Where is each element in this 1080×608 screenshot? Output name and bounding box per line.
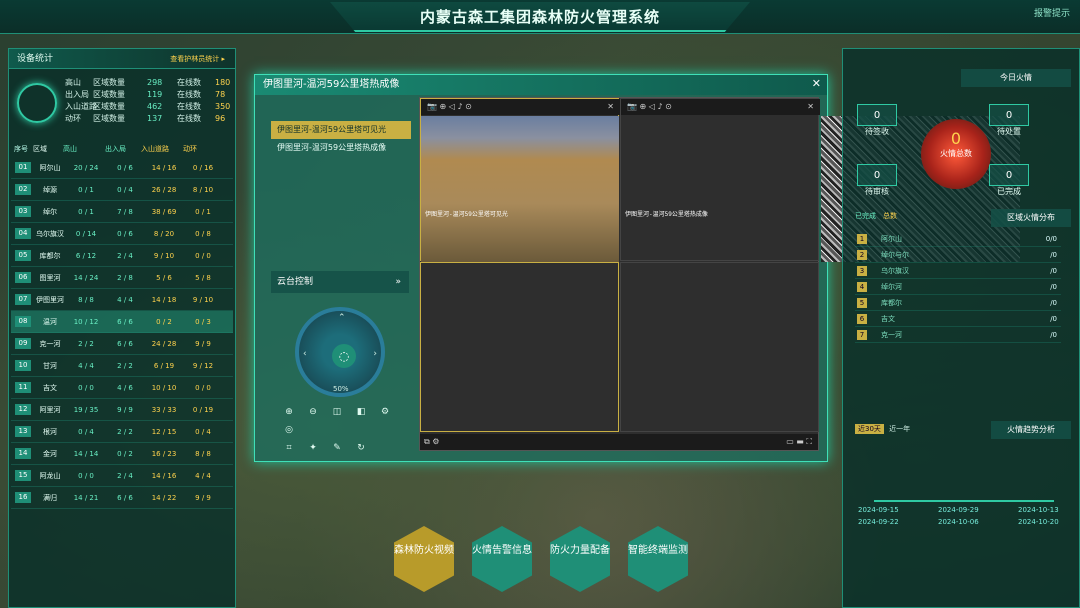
video-cell-empty[interactable]: [420, 262, 619, 432]
nav-terminal-monitor[interactable]: 智能终端监测: [628, 526, 688, 592]
table-row[interactable]: 14 金河 14 / 14 0 / 2 16 / 23 8 / 8: [11, 443, 233, 465]
device-stats-title: 设备统计: [17, 54, 54, 64]
list-item[interactable]: 5 库都尔/0: [855, 295, 1061, 311]
list-item[interactable]: 7 克一河/0: [855, 327, 1061, 343]
counter: 0 待处置: [989, 103, 1039, 137]
top-bar: 内蒙古森工集团森林防火管理系统 报警提示: [0, 0, 1080, 34]
trend-tabs: 近30天 近一年: [855, 424, 913, 434]
video-toolbar: 📷 ⊕ ◁ ♪ ⊙ ✕: [421, 99, 620, 115]
focus-icon[interactable]: ◫: [328, 404, 346, 420]
alarm-link[interactable]: 报警提示: [1034, 6, 1070, 19]
nav-force-config[interactable]: 防火力量配备: [550, 526, 610, 592]
chevron-down-icon: »: [395, 277, 401, 287]
list-item[interactable]: 1 阿尔山 0/0: [855, 231, 1061, 247]
camera-tree: 伊图里河-温河59公里塔可见光 伊图里河-温河59公里塔热成像: [271, 121, 411, 157]
list-item[interactable]: 3 乌尔旗汉/0: [855, 263, 1061, 279]
wiper-icon[interactable]: ✎: [328, 440, 346, 456]
video-cell[interactable]: 📷 ⊕ ◁ ♪ ⊙ ✕ 伊图里河-温河59公里塔热成像: [620, 98, 1020, 262]
table-row[interactable]: 01 阿尔山 20 / 24 0 / 6 14 / 16 0 / 16: [11, 157, 233, 179]
ptz-header[interactable]: 云台控制»: [271, 271, 409, 293]
zoom-level: 50%: [333, 385, 349, 393]
settings-icon[interactable]: ◎: [280, 422, 298, 438]
video-cell-empty[interactable]: [620, 262, 819, 432]
counter: 0 待审核: [857, 163, 907, 197]
today-fire-header: 今日火情: [961, 69, 1071, 87]
trend-header: 火情趋势分析: [991, 421, 1071, 439]
table-row[interactable]: 02 绰源 0 / 10 / 4 26 / 28 8 / 10: [11, 179, 233, 201]
counter: 0 已完成: [989, 163, 1039, 197]
chart-legend: 已完成 总数: [855, 212, 897, 220]
table-row[interactable]: 09 克一河 2 / 26 / 6 24 / 28 9 / 9: [11, 333, 233, 355]
trend-chart: 2024-09-15 2024-09-29 2024-10-13 2024-09…: [858, 484, 1068, 544]
table-row[interactable]: 07 伊图里河 8 / 84 / 4 14 / 18 9 / 10: [11, 289, 233, 311]
video-dialog: 伊图里河-温河59公里塔热成像 ✕ 伊图里河-温河59公里塔可见光 伊图里河-温…: [254, 74, 1020, 462]
right-arrow-icon[interactable]: ›: [373, 349, 377, 359]
light-icon[interactable]: ✦: [304, 440, 322, 456]
table-row[interactable]: 15 阿龙山 0 / 02 / 4 14 / 16 4 / 4: [11, 465, 233, 487]
close-icon[interactable]: ✕: [812, 77, 821, 90]
device-table: 01 阿尔山 20 / 24 0 / 6 14 / 16 0 / 16 02 绰源 0 / 10…: [11, 157, 233, 509]
zoom-in-icon[interactable]: ⊕: [280, 404, 298, 420]
table-row[interactable]: 08 温河 10 / 12 6 / 60 / 20 / 3: [11, 311, 233, 333]
list-item[interactable]: 6 吉文/0: [855, 311, 1061, 327]
close-icon[interactable]: ✕: [807, 99, 814, 115]
fire-total-badge[interactable]: 0 火情总数: [921, 119, 991, 189]
device-stats-header: 设备统计 查看护林员统计 ▸: [9, 49, 235, 69]
zoom-out-icon[interactable]: ⊖: [304, 404, 322, 420]
ptz-buttons: ⊕ ⊖ ◫ ◧ ⚙ ◎ ⌗ ✦ ✎ ↻: [277, 403, 407, 457]
video-grid: 📷 ⊕ ◁ ♪ ⊙ ✕ 伊图里河-温河59公里塔可见光 📷 ⊕ ◁ ♪ ⊙ ✕ 伊图…: [419, 97, 1020, 451]
bottom-nav: 森林防火视频 火情告警信息 防火力量配备 智能终端监测: [394, 526, 694, 604]
table-header: 序号 区域 高山 出入局 入山道路 动环: [14, 145, 197, 153]
table-row[interactable]: 04 乌尔旗汉 0 / 14 0 / 68 / 20 0 / 8: [11, 223, 233, 245]
table-row[interactable]: 12 阿里河 19 / 35 9 / 9 33 / 33 0 / 19: [11, 399, 233, 421]
fullscreen-icon[interactable]: ▭ ▬ ⛶: [786, 434, 812, 450]
ptz-center-button[interactable]: ◌: [332, 344, 356, 368]
counter: 0 待签收: [857, 103, 907, 137]
fire-list: 1 阿尔山 0/0 2 绰尔与尔/0 3 乌尔旗汉/0 4 绰尔河/0 5 库都尔/0 6 吉文/0 7 克…: [855, 231, 1061, 343]
table-row[interactable]: 10 甘河 4 / 42 / 26 / 19 9 / 12: [11, 355, 233, 377]
list-item[interactable]: 2 绰尔与尔/0: [855, 247, 1061, 263]
iris-icon[interactable]: ◧: [352, 404, 370, 420]
nav-fire-alert[interactable]: 火情告警信息: [472, 526, 532, 592]
list-item[interactable]: 4 绰尔河/0: [855, 279, 1061, 295]
video-cell[interactable]: 📷 ⊕ ◁ ♪ ⊙ ✕ 伊图里河-温河59公里塔可见光: [420, 98, 620, 262]
ranger-stats-link[interactable]: 查看护林员统计 ▸: [170, 49, 225, 69]
table-row[interactable]: 06 图里河 14 / 24 2 / 85 / 65 / 8: [11, 267, 233, 289]
video-toolbar: 📷 ⊕ ◁ ♪ ⊙ ✕: [621, 99, 820, 115]
visible-light-feed: [421, 116, 619, 262]
gear-icon[interactable]: ⚙: [376, 404, 394, 420]
tab-30days[interactable]: 近30天: [855, 424, 884, 434]
table-row[interactable]: 16 满归 14 / 21 6 / 6 14 / 22 9 / 9: [11, 487, 233, 509]
table-row[interactable]: 05 库都尔 6 / 12 2 / 49 / 10 0 / 0: [11, 245, 233, 267]
table-row[interactable]: 03 绰尔 0 / 17 / 8 38 / 69 0 / 1: [11, 201, 233, 223]
device-summary: 高山 区域数量 298 在线数 180 出入局 区域数量 119 在线数 78 入山道路 区域数量…: [13, 77, 231, 133]
distribution-header: 区域火情分布: [991, 209, 1071, 227]
ptz-control[interactable]: ⌃ ‹ › ◌: [295, 307, 385, 397]
tab-year[interactable]: 近一年: [886, 424, 913, 434]
nav-forest-video[interactable]: 森林防火视频: [394, 526, 454, 592]
up-arrow-icon[interactable]: ⌃: [338, 313, 346, 323]
app-title: 内蒙古森工集团森林防火管理系统: [330, 2, 750, 32]
dialog-title: 伊图里河-温河59公里塔热成像: [255, 75, 827, 95]
left-panel: 设备统计 查看护林员统计 ▸ 高山 区域数量 298 在线数 180 出入局 区域数量 11…: [8, 48, 236, 608]
close-icon[interactable]: ✕: [607, 99, 614, 115]
left-arrow-icon[interactable]: ‹: [303, 349, 307, 359]
refresh-icon[interactable]: ↻: [352, 440, 370, 456]
shield-icon: [17, 83, 57, 123]
video-bottom-bar: ⧉ ⚙ ▭ ▬ ⛶: [420, 434, 818, 450]
camera-item[interactable]: 伊图里河-温河59公里塔热成像: [271, 139, 411, 157]
camera-item[interactable]: 伊图里河-温河59公里塔可见光: [271, 121, 411, 139]
capture-icon[interactable]: ⌗: [280, 440, 298, 456]
table-row[interactable]: 11 吉文 0 / 04 / 6 10 / 10 0 / 0: [11, 377, 233, 399]
table-row[interactable]: 13 根河 0 / 42 / 2 12 / 15 0 / 4: [11, 421, 233, 443]
